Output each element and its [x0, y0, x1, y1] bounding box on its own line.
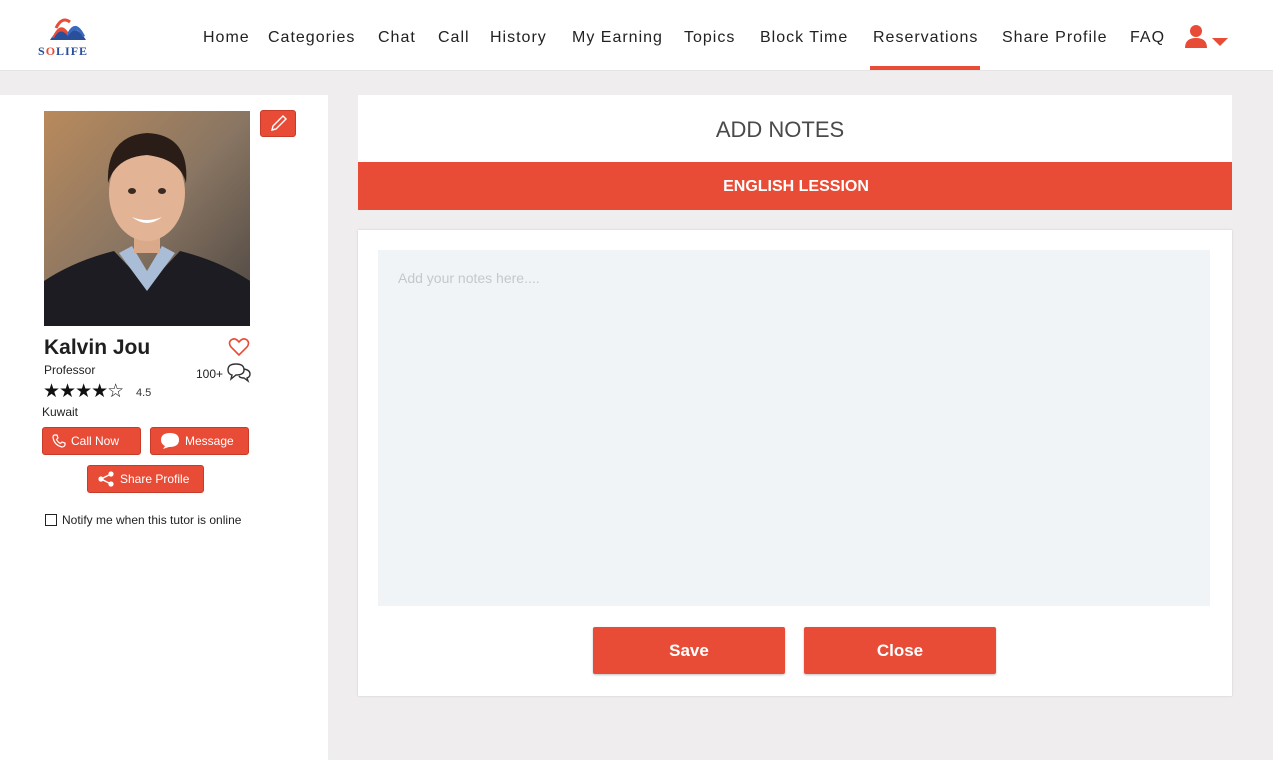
notes-form: Save Close — [358, 230, 1232, 696]
chevron-down-icon — [1212, 38, 1228, 46]
nav-faq[interactable]: FAQ — [1130, 29, 1165, 47]
message-button[interactable]: Message — [150, 427, 249, 455]
tutor-title: Professor — [44, 363, 96, 377]
pencil-icon — [271, 115, 287, 131]
nav-reservations[interactable]: Reservations — [873, 29, 978, 47]
notify-checkbox[interactable] — [45, 514, 57, 526]
call-now-label: Call Now — [71, 434, 120, 448]
star-rating: ★★★★☆ — [43, 381, 124, 402]
speech-bubble-icon — [161, 433, 179, 449]
favorite-heart-icon[interactable] — [228, 337, 250, 357]
share-profile-label: Share Profile — [120, 472, 190, 486]
edit-profile-button[interactable] — [260, 110, 296, 137]
share-icon — [98, 471, 114, 487]
share-profile-button[interactable]: Share Profile — [87, 465, 204, 493]
book-logo-icon — [50, 18, 86, 40]
tutor-name: Kalvin Jou — [44, 336, 151, 359]
call-now-button[interactable]: Call Now — [42, 427, 141, 455]
lesson-name: ENGLISH LESSION — [723, 178, 869, 195]
message-label: Message — [185, 434, 234, 448]
notify-online-option: Notify me when this tutor is online — [45, 513, 241, 527]
notes-header: ADD NOTES — [358, 95, 1232, 162]
tutor-photo — [44, 111, 250, 326]
notes-textarea[interactable] — [378, 250, 1210, 606]
nav-share-profile[interactable]: Share Profile — [1002, 29, 1108, 47]
user-icon — [1185, 25, 1228, 48]
user-menu[interactable] — [1184, 24, 1230, 50]
reviews-chat-icon[interactable] — [227, 362, 251, 383]
logo-text: SOLIFE — [38, 44, 89, 58]
tutor-profile-card: Kalvin Jou Professor 100+ ★★★★☆ 4.5 Kuwa… — [0, 95, 328, 760]
nav-call[interactable]: Call — [438, 29, 470, 47]
lesson-banner: ENGLISH LESSION — [358, 162, 1232, 210]
nav-block-time[interactable]: Block Time — [760, 29, 848, 47]
nav-topics[interactable]: Topics — [684, 29, 735, 47]
phone-icon — [52, 434, 66, 448]
nav-categories[interactable]: Categories — [268, 29, 355, 47]
nav-chat[interactable]: Chat — [378, 29, 416, 47]
notify-label: Notify me when this tutor is online — [62, 513, 242, 527]
nav-my-earning[interactable]: My Earning — [572, 29, 663, 47]
tutor-country: Kuwait — [42, 405, 79, 419]
rating-value: 4.5 — [136, 387, 152, 399]
solife-logo[interactable]: SOLIFE — [38, 14, 98, 58]
active-nav-indicator — [870, 66, 980, 70]
save-button[interactable]: Save — [593, 627, 785, 674]
nav-history[interactable]: History — [490, 29, 547, 47]
review-count: 100+ — [196, 367, 224, 381]
page-title: ADD NOTES — [715, 117, 845, 142]
close-button[interactable]: Close — [804, 627, 996, 674]
top-header: SOLIFE Home Categories Chat Call History… — [0, 0, 1273, 71]
nav-home[interactable]: Home — [203, 29, 250, 47]
